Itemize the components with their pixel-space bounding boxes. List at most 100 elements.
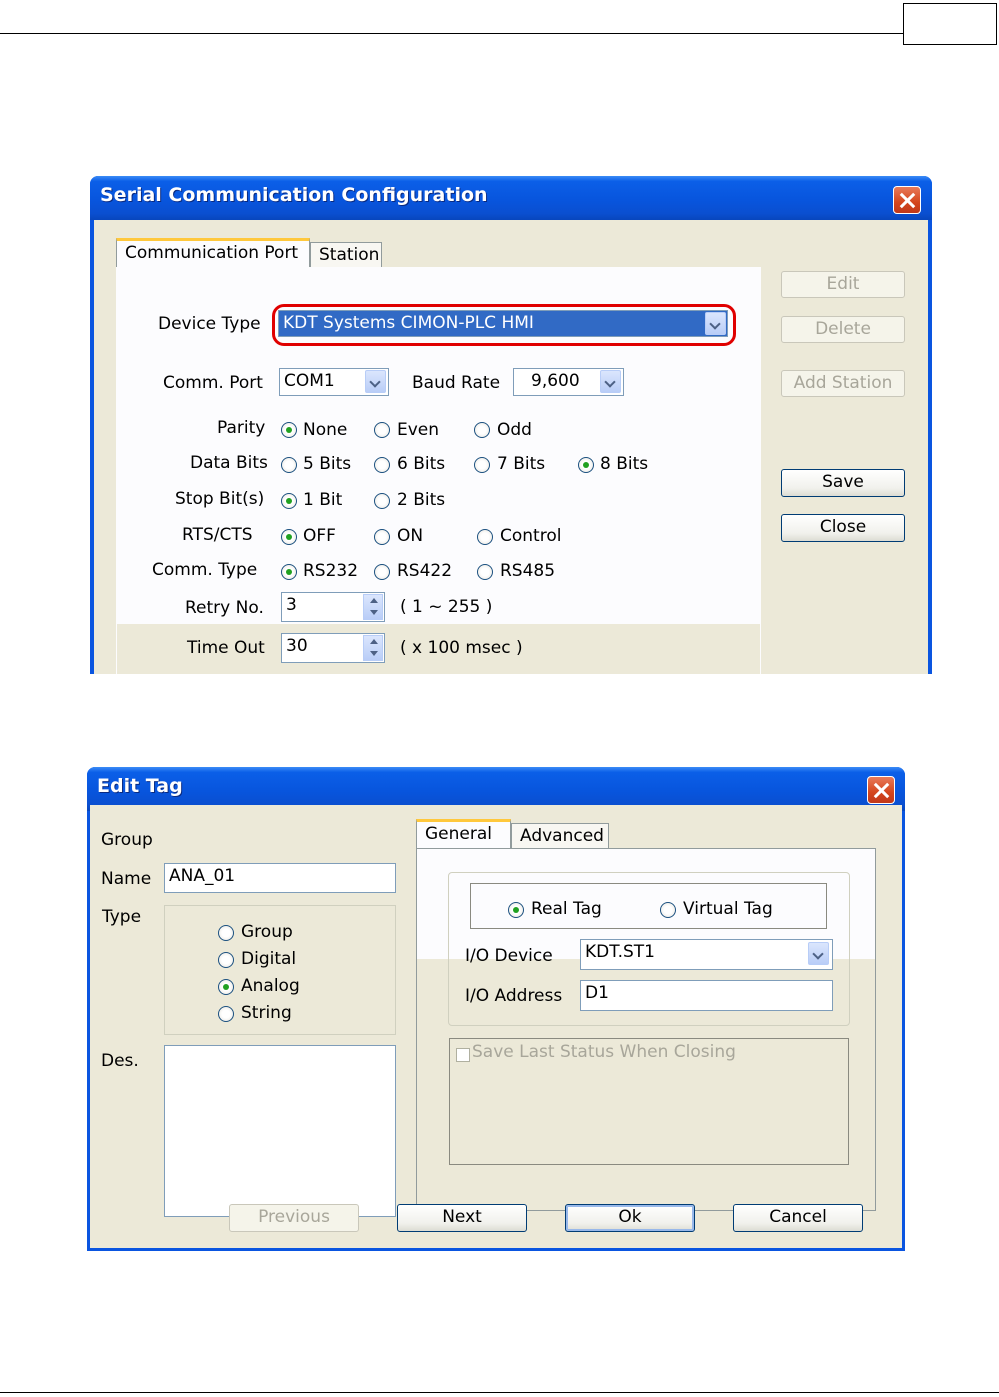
chevron-down-icon[interactable] [365,370,386,393]
serial-comm-dialog: Serial Communication Configuration Commu… [90,176,932,674]
radio-type-group[interactable] [218,925,234,941]
stop-bits-label: Stop Bit(s) [175,489,265,509]
ok-button[interactable]: Ok [565,1204,695,1232]
radio-comm-rs485[interactable] [477,564,493,580]
io-device-value: KDT.ST1 [585,942,656,962]
device-type-select[interactable]: KDT Systems CIMON-PLC HMI [278,310,728,337]
tab-advanced[interactable]: Advanced [511,823,609,849]
rts-on-label: ON [397,526,424,546]
radio-rts-off[interactable] [281,529,297,545]
io-device-select[interactable]: KDT.ST1 [580,939,833,970]
comm-type-label: Comm. Type [152,560,258,580]
data-bits-5-label: 5 Bits [303,454,352,474]
timeout-spinner-icon[interactable] [363,635,383,661]
device-type-label: Device Type [158,314,261,334]
timeout-value: 30 [286,636,308,656]
retry-label: Retry No. [185,598,264,618]
data-bits-label: Data Bits [190,453,268,473]
cancel-button[interactable]: Cancel [733,1204,863,1232]
close-icon[interactable] [893,186,921,214]
footer-rule [0,1392,999,1393]
stop-bits-2-label: 2 Bits [397,490,446,510]
radio-parity-none[interactable] [281,422,297,438]
radio-parity-even[interactable] [374,422,390,438]
close-button[interactable]: Close [781,514,905,542]
name-label: Name [101,869,152,889]
edit-button[interactable]: Edit [781,271,905,298]
stop-bits-1-label: 1 Bit [303,490,343,510]
dialog-client: Communication Port Station Device Type K… [94,220,928,674]
retry-value: 3 [286,595,297,615]
radio-data-bits-8[interactable] [578,457,594,473]
add-station-button[interactable]: Add Station [781,370,905,397]
radio-parity-odd[interactable] [474,422,490,438]
close-icon[interactable] [867,776,895,804]
comm-rs422-label: RS422 [397,561,453,581]
header-rule [0,33,903,34]
parity-odd-label: Odd [497,420,532,440]
comm-port-label: Comm. Port [163,373,263,393]
tab-station[interactable]: Station [310,242,382,268]
tab-general[interactable]: General [416,819,511,849]
delete-button[interactable]: Delete [781,316,905,343]
tab-label: Station [319,245,380,265]
title-bar: Serial Communication Configuration [90,176,932,220]
io-address-input[interactable]: D1 [580,980,833,1011]
comm-port-value: COM1 [284,371,335,391]
des-label: Des. [101,1051,139,1071]
type-group-label: Group [241,922,293,942]
edit-tag-dialog: Edit Tag Group Name ANA_01 Type Group Di… [87,767,905,1251]
tab-label: General [425,824,492,844]
save-status-label: Save Last Status When Closing [472,1042,736,1062]
timeout-unit: ( x 100 msec ) [400,638,523,658]
comm-rs485-label: RS485 [500,561,556,581]
radio-data-bits-5[interactable] [281,457,297,473]
radio-comm-rs422[interactable] [374,564,390,580]
description-textarea[interactable] [164,1045,396,1217]
data-bits-8-label: 8 Bits [600,454,649,474]
name-input[interactable]: ANA_01 [164,863,396,893]
chevron-down-icon[interactable] [600,370,621,393]
type-digital-label: Digital [241,949,297,969]
dialog-title: Edit Tag [97,775,183,797]
tab-communication-port[interactable]: Communication Port [116,238,310,268]
type-analog-label: Analog [241,976,300,996]
tab-label: Communication Port [125,243,299,263]
chevron-down-icon[interactable] [705,312,726,335]
rts-cts-label: RTS/CTS [182,525,253,545]
save-button[interactable]: Save [781,469,905,497]
device-type-value: KDT Systems CIMON-PLC HMI [283,313,534,333]
io-device-label: I/O Device [465,946,553,966]
radio-data-bits-6[interactable] [374,457,390,473]
io-address-label: I/O Address [465,986,563,1006]
radio-stop-bits-2[interactable] [374,493,390,509]
page-number-box [903,3,997,45]
radio-rts-on[interactable] [374,529,390,545]
save-status-checkbox[interactable] [456,1048,470,1062]
io-address-value: D1 [585,983,609,1003]
tab-label: Advanced [520,826,604,846]
radio-rts-control[interactable] [477,529,493,545]
radio-type-string[interactable] [218,1006,234,1022]
retry-spinner-icon[interactable] [363,594,383,620]
radio-virtual-tag[interactable] [660,902,676,918]
radio-stop-bits-1[interactable] [281,493,297,509]
radio-data-bits-7[interactable] [474,457,490,473]
radio-type-digital[interactable] [218,952,234,968]
data-bits-6-label: 6 Bits [397,454,446,474]
radio-comm-rs232[interactable] [281,564,297,580]
dialog-title: Serial Communication Configuration [100,184,488,206]
parity-none-label: None [303,420,348,440]
radio-real-tag[interactable] [508,902,524,918]
name-value: ANA_01 [169,866,236,886]
timeout-label: Time Out [187,638,265,658]
data-bits-7-label: 7 Bits [497,454,546,474]
real-tag-label: Real Tag [531,899,602,919]
previous-button[interactable]: Previous [229,1204,359,1232]
next-button[interactable]: Next [397,1204,527,1232]
rts-off-label: OFF [303,526,336,546]
type-label: Type [102,907,142,927]
chevron-down-icon[interactable] [808,942,829,965]
radio-type-analog[interactable] [218,979,234,995]
baud-rate-label: Baud Rate [412,373,501,393]
